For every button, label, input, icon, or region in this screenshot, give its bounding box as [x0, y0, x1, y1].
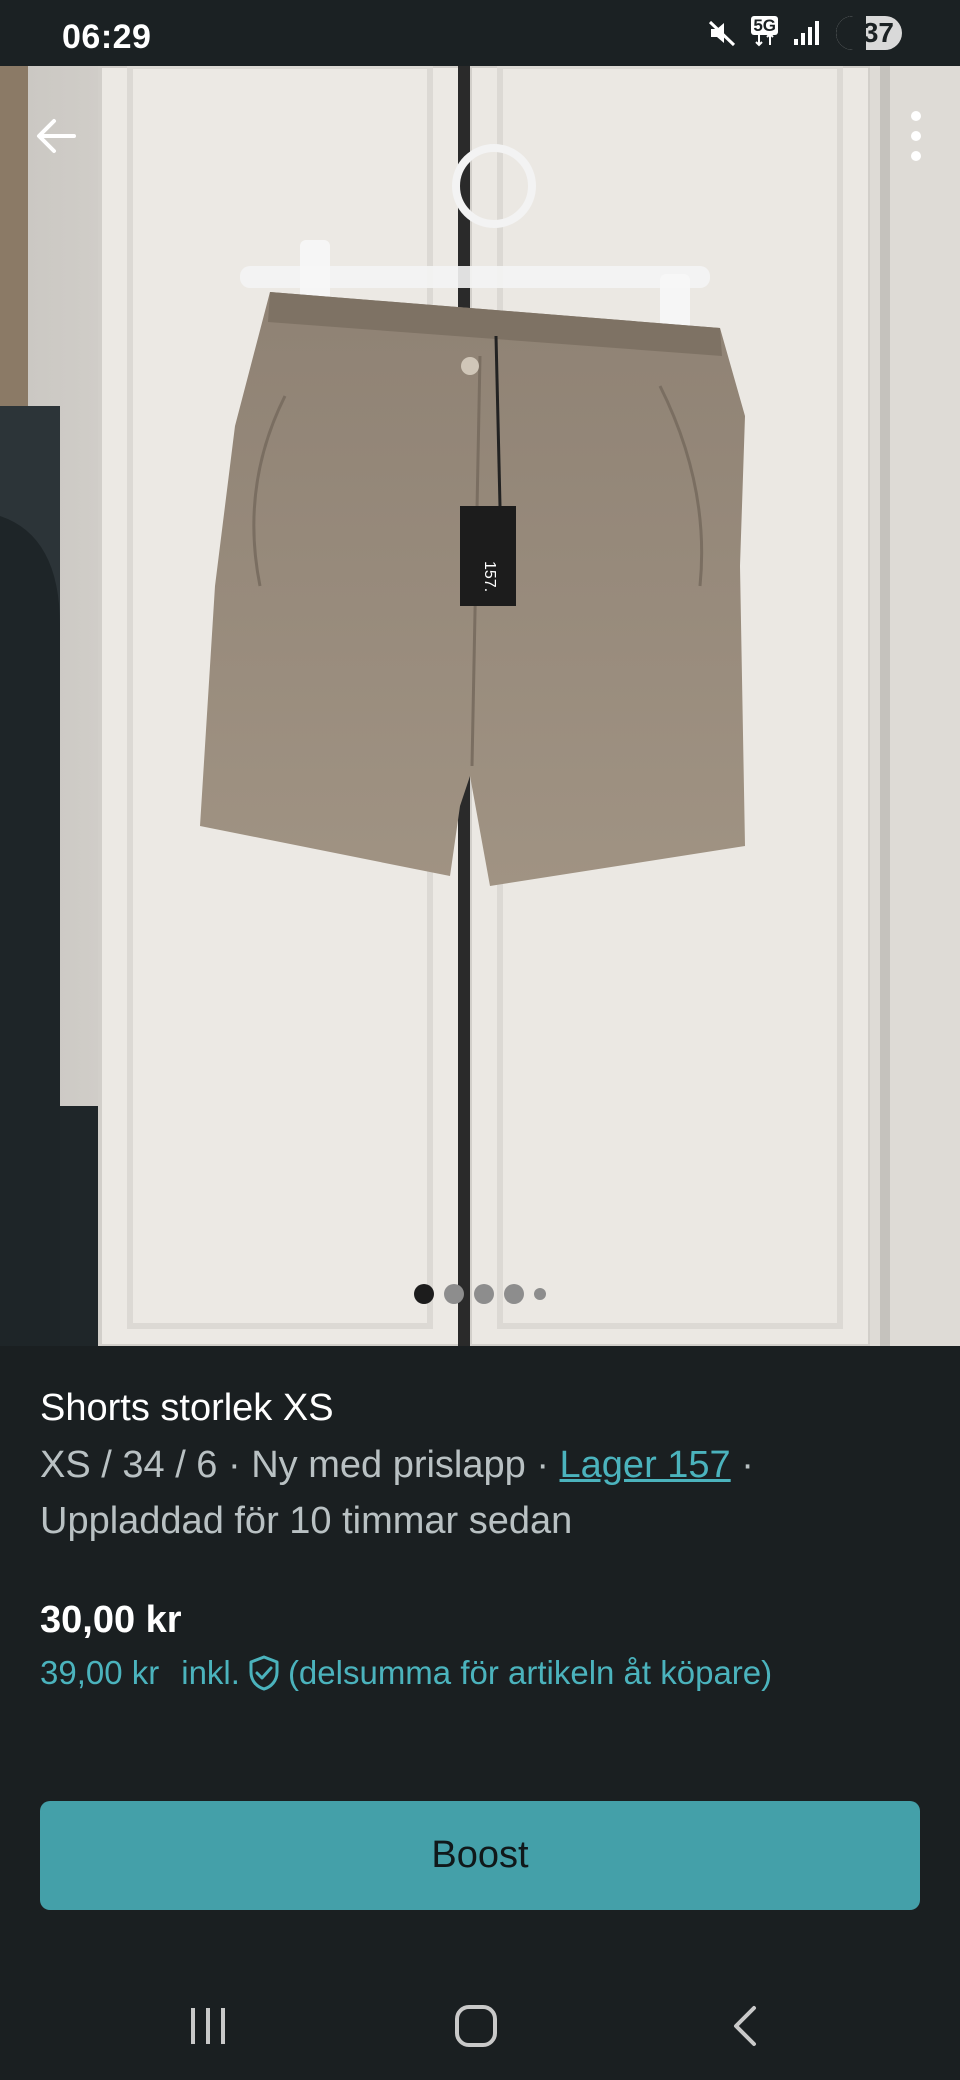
back-button[interactable]	[28, 108, 84, 164]
svg-text:157.: 157.	[481, 561, 498, 592]
more-vertical-icon	[911, 111, 921, 161]
photo-pagination	[0, 1284, 960, 1304]
page-dot[interactable]	[534, 1288, 546, 1300]
listing-photo[interactable]: 157.	[0, 66, 960, 1346]
system-nav-bar	[0, 1960, 960, 2080]
status-icons: 5G 37	[707, 15, 902, 50]
page-dot[interactable]	[504, 1284, 524, 1304]
home-icon	[455, 2005, 497, 2047]
listing-attributes: XS / 34 / 6 · Ny med prislapp ·	[40, 1444, 560, 1486]
home-button[interactable]	[436, 1996, 516, 2056]
price-incl-note: (delsumma för artikeln åt köpare)	[287, 1654, 773, 1691]
chevron-left-icon	[734, 2006, 756, 2046]
page-dot[interactable]	[474, 1284, 494, 1304]
recent-apps-button[interactable]	[168, 1996, 248, 2056]
network-5g-icon: 5G	[751, 15, 778, 49]
boost-button[interactable]: Boost	[40, 1801, 920, 1910]
recent-apps-icon	[191, 2008, 225, 2044]
upload-time: Uppladdad för 10 timmar sedan	[40, 1500, 573, 1542]
mute-icon	[707, 18, 737, 48]
shield-check-icon	[249, 1655, 279, 1691]
system-back-button[interactable]	[706, 1996, 786, 2056]
status-time: 06:29	[62, 18, 152, 56]
listing-price: 30,00 kr	[40, 1599, 182, 1641]
listing-meta: XS / 34 / 6 · Ny med prislapp · Lager 15…	[40, 1437, 920, 1549]
meta-separator: ·	[730, 1444, 754, 1486]
signal-icon	[792, 19, 822, 47]
price-incl-protection[interactable]: 39,00 kr inkl. (delsumma för artikeln åt…	[40, 1651, 920, 1695]
page-dot[interactable]	[414, 1284, 434, 1304]
more-options-button[interactable]	[892, 106, 940, 166]
status-bar: 06:29 5G 37	[0, 0, 960, 66]
brand-link[interactable]: Lager 157	[560, 1444, 731, 1486]
price-incl-label: inkl.	[181, 1654, 240, 1691]
page-dot[interactable]	[444, 1284, 464, 1304]
arrow-left-icon	[37, 119, 76, 153]
listing-details: Shorts storlek XS XS / 34 / 6 · Ny med p…	[40, 1385, 920, 1695]
battery-icon: 37	[836, 16, 902, 50]
listing-title: Shorts storlek XS	[40, 1387, 334, 1429]
price-incl-amount: 39,00 kr	[40, 1654, 160, 1691]
